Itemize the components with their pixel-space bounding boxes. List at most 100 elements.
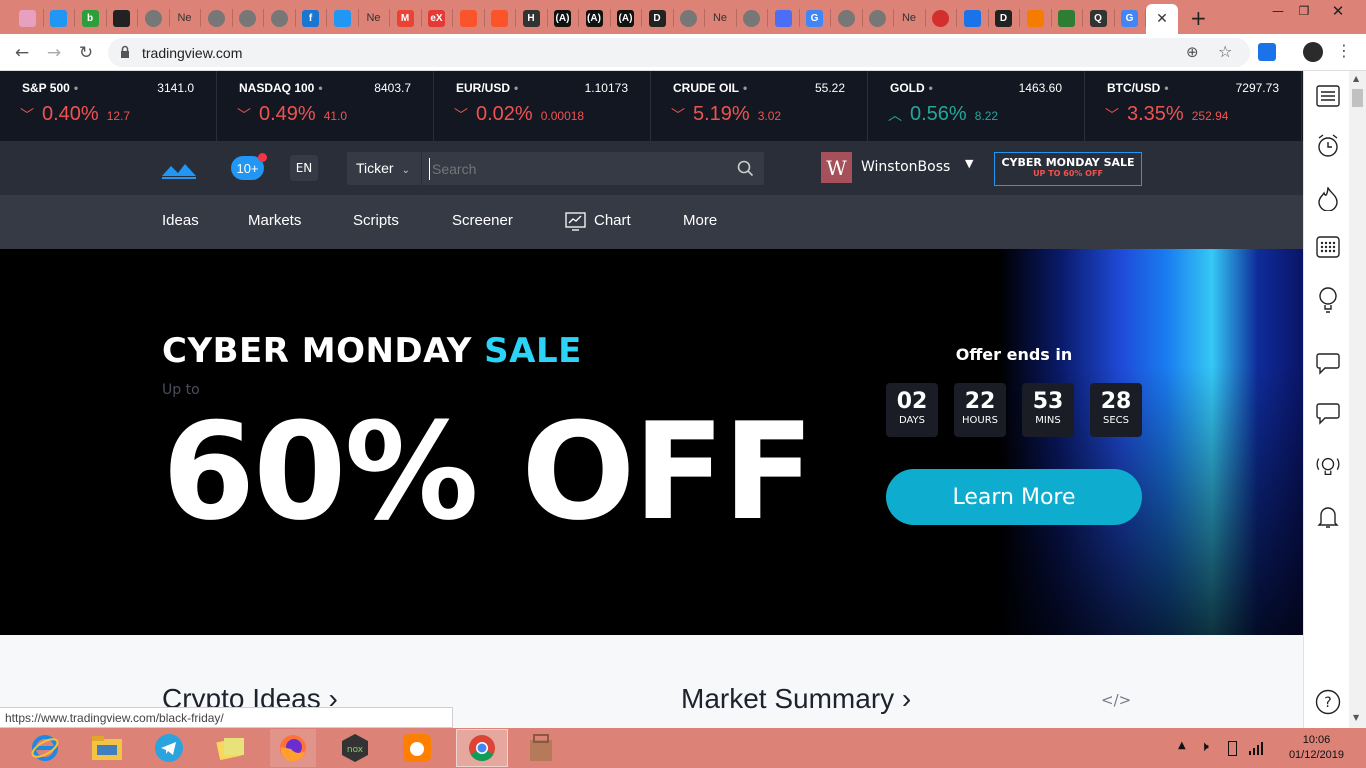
scrollbar-thumb[interactable] — [1352, 89, 1363, 107]
nav-scripts[interactable]: Scripts — [353, 212, 399, 229]
cyber-monday-banner[interactable]: CYBER MONDAY SALE Up to 60% OFF Offer en… — [0, 249, 1303, 635]
scroll-up-arrow[interactable]: ▲ — [1353, 74, 1359, 83]
browser-tab[interactable] — [926, 4, 956, 32]
calendar-icon[interactable] — [1315, 233, 1341, 259]
browser-tab[interactable] — [957, 4, 987, 32]
bookmark-star-icon[interactable]: ☆ — [1218, 42, 1232, 61]
browser-tab[interactable] — [674, 4, 704, 32]
help-icon[interactable]: ? — [1315, 689, 1341, 715]
system-clock[interactable]: 10:06 01/12/2019 — [1289, 733, 1344, 763]
browser-tab[interactable] — [768, 4, 798, 32]
browser-tab[interactable]: D — [642, 4, 672, 32]
page-scrollbar[interactable]: ▲ ▼ — [1349, 71, 1366, 728]
profile-avatar[interactable] — [1303, 42, 1323, 62]
browser-tab[interactable] — [233, 4, 263, 32]
streams-broadcast-icon[interactable] — [1315, 453, 1341, 479]
search-box[interactable]: Ticker ⌄ — [347, 152, 764, 185]
forward-icon[interactable]: → — [42, 41, 66, 65]
menu-kebab-icon[interactable]: ⋮ — [1336, 41, 1352, 60]
internet-explorer-icon[interactable] — [22, 729, 68, 767]
browser-tab[interactable]: H — [516, 4, 546, 32]
browser-tab[interactable] — [201, 4, 231, 32]
new-tab-button[interactable]: + — [1190, 6, 1207, 30]
browser-tab[interactable] — [737, 4, 767, 32]
nav-screener[interactable]: Screener — [452, 212, 513, 229]
browser-tab[interactable] — [485, 4, 515, 32]
ticker-item[interactable]: CRUDE OIL • 55.22 ﹀ 5.19% 3.02 — [651, 71, 868, 141]
chart-icon[interactable] — [565, 212, 586, 235]
browser-tab[interactable] — [107, 4, 137, 32]
browser-tab[interactable]: (A) — [548, 4, 578, 32]
nav-more[interactable]: More — [683, 212, 717, 229]
firefox-icon[interactable] — [270, 729, 316, 767]
browser-tab[interactable]: Ne — [894, 4, 924, 32]
browser-tab[interactable] — [453, 4, 483, 32]
close-window-icon[interactable]: ✕ — [1318, 0, 1358, 22]
sticky-notes-icon[interactable] — [208, 729, 254, 767]
browser-tab[interactable] — [1052, 4, 1082, 32]
browser-tab[interactable] — [12, 4, 42, 32]
browser-tab[interactable]: Ne — [705, 4, 735, 32]
alarm-clock-icon[interactable] — [1315, 133, 1341, 159]
username[interactable]: WinstonBoss — [861, 159, 950, 175]
browser-tab[interactable] — [264, 4, 294, 32]
scroll-down-arrow[interactable]: ▼ — [1353, 713, 1359, 722]
chrome-icon[interactable] — [456, 729, 508, 767]
browser-tab[interactable]: b — [75, 4, 105, 32]
ticker-item[interactable]: NASDAQ 100 • 8403.7 ﹀ 0.49% 41.0 — [217, 71, 434, 141]
telegram-icon[interactable] — [146, 729, 192, 767]
active-tab[interactable]: ✕ — [1146, 4, 1178, 34]
browser-tab[interactable]: G — [1115, 4, 1145, 32]
volume-icon[interactable]: 🕨 — [1200, 739, 1209, 755]
notifications-bell-icon[interactable] — [1315, 504, 1341, 530]
browser-tab[interactable] — [138, 4, 168, 32]
browser-tab[interactable]: Ne — [170, 4, 200, 32]
promo-button[interactable]: CYBER MONDAY SALE UP TO 60% OFF — [994, 152, 1142, 186]
search-input[interactable] — [429, 158, 719, 180]
battery-icon[interactable] — [1228, 741, 1237, 756]
browser-tab[interactable] — [831, 4, 861, 32]
close-tab-icon[interactable]: ✕ — [1156, 11, 1168, 27]
user-menu-caret-icon[interactable]: ▼ — [965, 157, 973, 170]
nox-player-icon[interactable]: nox — [332, 729, 378, 767]
network-signal-icon[interactable] — [1248, 740, 1264, 759]
app-bag-icon[interactable] — [518, 729, 564, 767]
browser-tab[interactable]: Ne — [359, 4, 389, 32]
watchlist-icon[interactable] — [1315, 83, 1341, 109]
browser-tab[interactable] — [863, 4, 893, 32]
browser-tab[interactable] — [327, 4, 357, 32]
user-avatar[interactable]: W — [821, 152, 852, 183]
hotlist-flame-icon[interactable] — [1315, 186, 1341, 212]
browser-tab[interactable]: D — [989, 4, 1019, 32]
browser-tab[interactable]: f — [296, 4, 326, 32]
tray-chevron-up-icon[interactable]: ▲ — [1178, 740, 1186, 751]
add-icon[interactable]: ⊕ — [1186, 43, 1199, 61]
search-scope-select[interactable]: Ticker ⌄ — [356, 160, 410, 176]
uc-browser-icon[interactable] — [394, 729, 440, 767]
embed-code-icon[interactable]: </> — [1101, 691, 1131, 709]
browser-tab[interactable]: (A) — [579, 4, 609, 32]
file-explorer-icon[interactable] — [84, 729, 130, 767]
back-icon[interactable]: ← — [10, 41, 34, 65]
search-icon[interactable] — [737, 160, 754, 181]
browser-tab[interactable]: (A) — [611, 4, 641, 32]
reload-icon[interactable]: ↻ — [74, 41, 98, 65]
ticker-item[interactable]: GOLD • 1463.60 ︿ 0.56% 8.22 — [868, 71, 1085, 141]
browser-tab[interactable]: Q — [1083, 4, 1113, 32]
nav-ideas[interactable]: Ideas — [162, 212, 199, 229]
messages-icon[interactable] — [1315, 401, 1341, 427]
tradingview-logo-icon[interactable] — [161, 161, 197, 183]
ticker-item[interactable]: EUR/USD • 1.10173 ﹀ 0.02% 0.00018 — [434, 71, 651, 141]
ideas-lightbulb-icon[interactable] — [1315, 287, 1341, 313]
address-bar[interactable]: tradingview.com ⊕ ☆ — [108, 38, 1250, 67]
browser-tab[interactable]: M — [390, 4, 420, 32]
browser-tab[interactable] — [1020, 4, 1050, 32]
browser-tab[interactable]: eX — [422, 4, 452, 32]
browser-tab[interactable] — [44, 4, 74, 32]
chats-icon[interactable] — [1315, 351, 1341, 377]
nav-markets[interactable]: Markets — [248, 212, 301, 229]
browser-tab[interactable]: G — [800, 4, 830, 32]
learn-more-button[interactable]: Learn More — [886, 469, 1142, 525]
language-button[interactable]: EN — [290, 155, 318, 181]
nav-chart[interactable]: Chart — [594, 212, 631, 229]
